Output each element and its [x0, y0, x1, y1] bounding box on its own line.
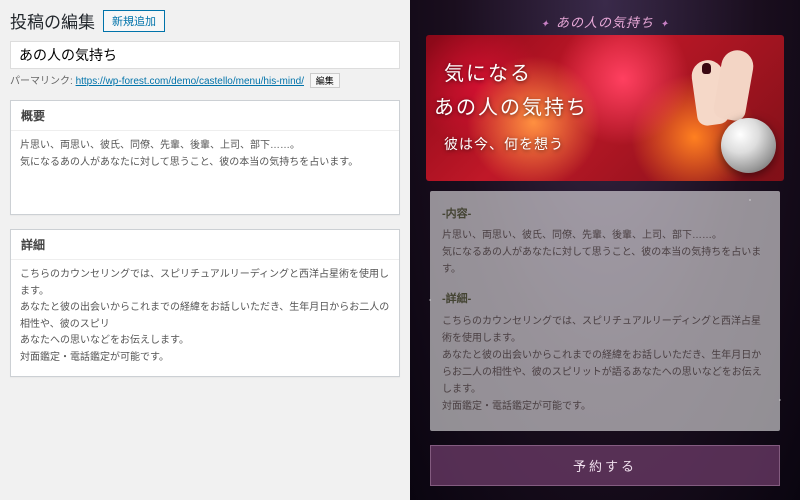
page-tag: あの人の気持ち	[416, 12, 794, 31]
section-body-content: 片思い、両思い、彼氏、同僚、先輩、後輩、上司、部下……。 気になるあの人があなた…	[442, 227, 768, 278]
add-new-button[interactable]: 新規追加	[103, 10, 165, 32]
content-panel: -内容- 片思い、両思い、彼氏、同僚、先輩、後輩、上司、部下……。 気になるあの…	[430, 191, 780, 431]
permalink-url[interactable]: https://wp-forest.com/demo/castello/menu…	[76, 76, 304, 87]
permalink-edit-button[interactable]: 編集	[310, 73, 340, 88]
metabox-detail: 詳細 こちらのカウンセリングでは、スピリチュアルリーディングと西洋占星術を使用し…	[10, 229, 400, 377]
preview-panel: あの人の気持ち 気になる あの人の気持ち 彼は今、何を想う -内容- 片思い、両…	[410, 0, 800, 500]
metabox-title[interactable]: 詳細	[11, 230, 399, 260]
section-heading-content: -内容-	[442, 205, 768, 224]
hero-line1: 気になる	[444, 57, 588, 86]
hands-illustration	[664, 45, 754, 145]
reserve-button[interactable]: 予約する	[430, 445, 780, 486]
detail-textarea[interactable]: こちらのカウンセリングでは、スピリチュアルリーディングと西洋占星術を使用します。…	[11, 260, 399, 373]
post-title-input[interactable]	[10, 41, 400, 69]
page-title: 投稿の編集	[10, 8, 95, 33]
hero-line2: あの人の気持ち	[434, 91, 588, 120]
permalink-label: パーマリンク:	[10, 76, 73, 87]
wp-editor-panel: 投稿の編集 新規追加 パーマリンク: https://wp-forest.com…	[0, 0, 410, 500]
metabox-title[interactable]: 概要	[11, 101, 399, 131]
metabox-summary: 概要 片思い、両思い、彼氏、同僚、先輩、後輩、上司、部下……。 気になるあの人が…	[10, 100, 400, 215]
summary-textarea[interactable]: 片思い、両思い、彼氏、同僚、先輩、後輩、上司、部下……。 気になるあの人があなた…	[11, 131, 399, 211]
section-heading-detail: -詳細-	[442, 290, 768, 309]
permalink-row: パーマリンク: https://wp-forest.com/demo/caste…	[10, 72, 400, 88]
hero-text: 気になる あの人の気持ち 彼は今、何を想う	[444, 57, 588, 154]
hero-line3: 彼は今、何を想う	[444, 134, 588, 154]
editor-header: 投稿の編集 新規追加	[10, 8, 400, 33]
section-body-detail: こちらのカウンセリングでは、スピリチュアルリーディングと西洋占星術を使用します。…	[442, 313, 768, 415]
hero-image: 気になる あの人の気持ち 彼は今、何を想う	[426, 35, 784, 181]
